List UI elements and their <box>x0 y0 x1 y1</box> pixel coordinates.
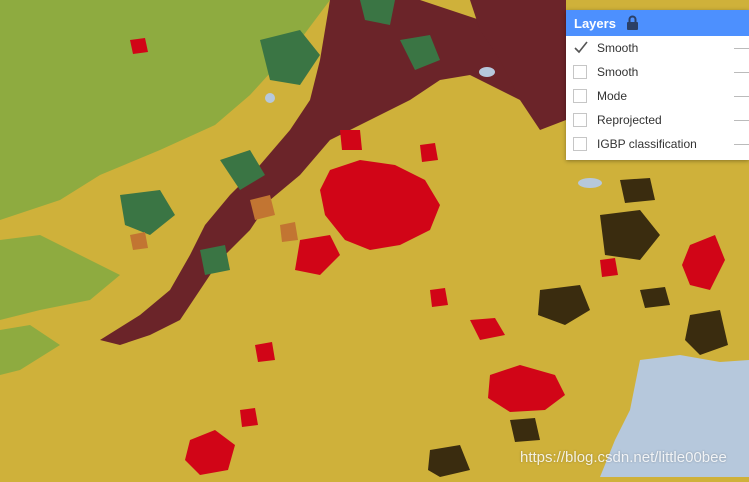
layer-checkbox[interactable] <box>573 41 588 55</box>
layer-checkbox[interactable] <box>573 89 587 103</box>
layer-label: Reprojected <box>597 113 662 127</box>
layers-title: Layers <box>574 15 616 31</box>
layer-item[interactable]: Mode <box>566 84 749 108</box>
layer-checkbox[interactable] <box>573 137 587 151</box>
opacity-slider[interactable] <box>734 72 749 73</box>
lock-icon[interactable] <box>626 15 639 31</box>
layer-checkbox[interactable] <box>573 65 587 79</box>
layer-item[interactable]: Reprojected <box>566 108 749 132</box>
layer-item[interactable]: IGBP classification <box>566 132 749 156</box>
layer-label: IGBP classification <box>597 137 697 151</box>
layer-item[interactable]: Smooth <box>566 36 749 60</box>
layers-panel: Layers Smooth Smooth Mode Reprojected IG… <box>566 10 749 160</box>
checkmark-icon <box>574 41 588 54</box>
layer-label: Smooth <box>597 41 639 55</box>
opacity-slider[interactable] <box>734 48 749 49</box>
layer-item[interactable]: Smooth <box>566 60 749 84</box>
layer-checkbox[interactable] <box>573 113 587 127</box>
layer-label: Smooth <box>597 65 639 79</box>
opacity-slider[interactable] <box>734 120 749 121</box>
layer-label: Mode <box>597 89 628 103</box>
layers-panel-header[interactable]: Layers <box>566 10 749 36</box>
opacity-slider[interactable] <box>734 96 749 97</box>
opacity-slider[interactable] <box>734 144 749 145</box>
watermark: https://blog.csdn.net/little00bee <box>520 449 727 466</box>
